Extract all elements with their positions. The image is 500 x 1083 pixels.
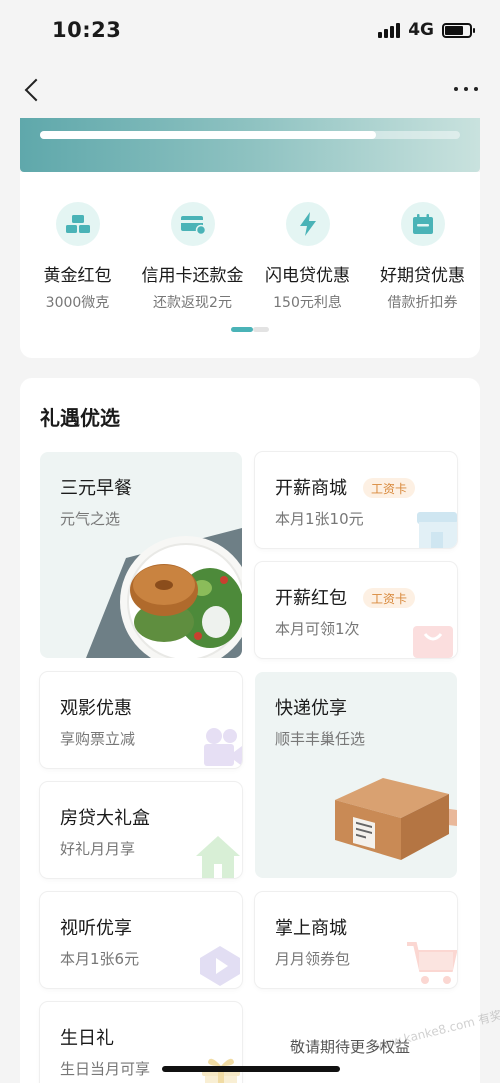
tile-title: 生日礼 (60, 1028, 114, 1049)
tile-title: 观影优惠 (60, 698, 132, 719)
calendar-icon (400, 202, 445, 246)
gold-bars-icon (55, 202, 100, 246)
service-lightning-loan[interactable]: 闪电贷优惠 150元利息 (250, 202, 365, 312)
tile-subtitle: 月月领券包 (275, 950, 351, 968)
service-haoqi-loan[interactable]: 好期贷优惠 借款折扣券 (365, 202, 480, 312)
network-type: 4G (408, 20, 434, 40)
tile-title: 开薪商城 (275, 478, 347, 499)
service-subtitle: 3000微克 (45, 295, 110, 311)
video-camera-icon (204, 728, 242, 766)
status-time: 10:23 (52, 18, 122, 42)
tile-title: 掌上商城 (275, 918, 347, 939)
status-bar: 10:23 4G (0, 0, 500, 60)
tile-title: 快递优享 (275, 698, 347, 719)
pager-dot-active (231, 327, 253, 332)
tile-title: 三元早餐 (60, 478, 132, 499)
storefront-icon (417, 512, 457, 548)
tile-subtitle: 享购票立减 (60, 730, 136, 748)
tile-movie[interactable]: 观影优惠 享购票立减 (40, 672, 242, 768)
service-subtitle: 150元利息 (273, 295, 342, 311)
status-indicators: 4G (378, 20, 475, 40)
service-title: 闪电贷优惠 (265, 266, 350, 286)
tile-subtitle: 本月可领1次 (275, 620, 360, 638)
battery-level (445, 25, 463, 35)
salary-card-tag: 工资卡 (363, 588, 416, 608)
tile-title: 开薪红包 (275, 588, 347, 609)
service-credit-card[interactable]: 信用卡还款金 还款返现2元 (135, 202, 250, 312)
service-title: 信用卡还款金 (141, 266, 244, 286)
services-card: 黄金红包 3000微克 信用卡还款金 还款返现2元 闪电贷优惠 150元利息 好… (20, 172, 480, 358)
carousel-pager (231, 327, 269, 332)
service-title: 好期贷优惠 (380, 266, 465, 286)
signal-icon (378, 22, 401, 38)
tile-subtitle: 本月1张10元 (275, 510, 364, 528)
tile-title: 房贷大礼盒 (60, 808, 150, 829)
lightning-icon (285, 202, 330, 246)
services-row: 黄金红包 3000微克 信用卡还款金 还款返现2元 闪电贷优惠 150元利息 好… (20, 202, 480, 312)
tile-title: 视听优享 (60, 918, 132, 939)
tile-subtitle: 本月1张6元 (60, 950, 140, 968)
dot-icon (454, 87, 458, 91)
gifts-card: 礼遇优选 三元早餐 元气之选 开薪商城 工资卡 本月1张10元 开薪红包 工资卡… (20, 378, 500, 1083)
tile-subtitle: 生日当月可享 (60, 1060, 151, 1078)
dot-icon (474, 87, 478, 91)
section-title: 礼遇优选 (40, 406, 120, 430)
pager-dot (253, 327, 269, 332)
delivery-box-icon (335, 778, 457, 860)
back-button[interactable] (20, 69, 50, 109)
service-subtitle: 借款折扣券 (387, 295, 458, 311)
shopping-cart-icon (407, 942, 457, 984)
tile-subtitle: 顺丰丰巢任选 (275, 730, 366, 748)
home-indicator[interactable] (162, 1066, 340, 1072)
banner-progress-fill (40, 131, 376, 139)
battery-icon (442, 22, 475, 38)
service-title: 黄金红包 (43, 266, 112, 286)
tile-salary-mall[interactable]: 开薪商城 工资卡 本月1张10元 (255, 452, 457, 548)
tile-mortgage[interactable]: 房贷大礼盒 好礼月月享 (40, 782, 242, 878)
service-subtitle: 还款返现2元 (153, 295, 232, 311)
credit-card-icon (170, 202, 215, 246)
nav-bar (0, 60, 500, 118)
tile-subtitle: 好礼月月享 (60, 840, 136, 858)
tile-salary-redpack[interactable]: 开薪红包 工资卡 本月可领1次 (255, 562, 457, 658)
tile-mobile-mall[interactable]: 掌上商城 月月领券包 (255, 892, 457, 988)
play-icon (200, 946, 240, 986)
salary-card-tag: 工资卡 (363, 478, 416, 498)
tile-audio-video[interactable]: 视听优享 本月1张6元 (40, 892, 242, 988)
dot-icon (464, 87, 468, 91)
banner-progress-track (40, 131, 460, 139)
more-options-button[interactable] (450, 79, 482, 99)
tile-breakfast[interactable]: 三元早餐 元气之选 (40, 452, 242, 658)
breakfast-plate-icon (86, 528, 242, 658)
more-benefits-note: 敬请期待更多权益 (290, 1038, 411, 1056)
house-icon (196, 836, 240, 878)
service-gold-redpack[interactable]: 黄金红包 3000微克 (20, 202, 135, 312)
tile-express[interactable]: 快递优享 顺丰丰巢任选 (255, 672, 457, 878)
shopping-bag-icon (413, 626, 453, 658)
